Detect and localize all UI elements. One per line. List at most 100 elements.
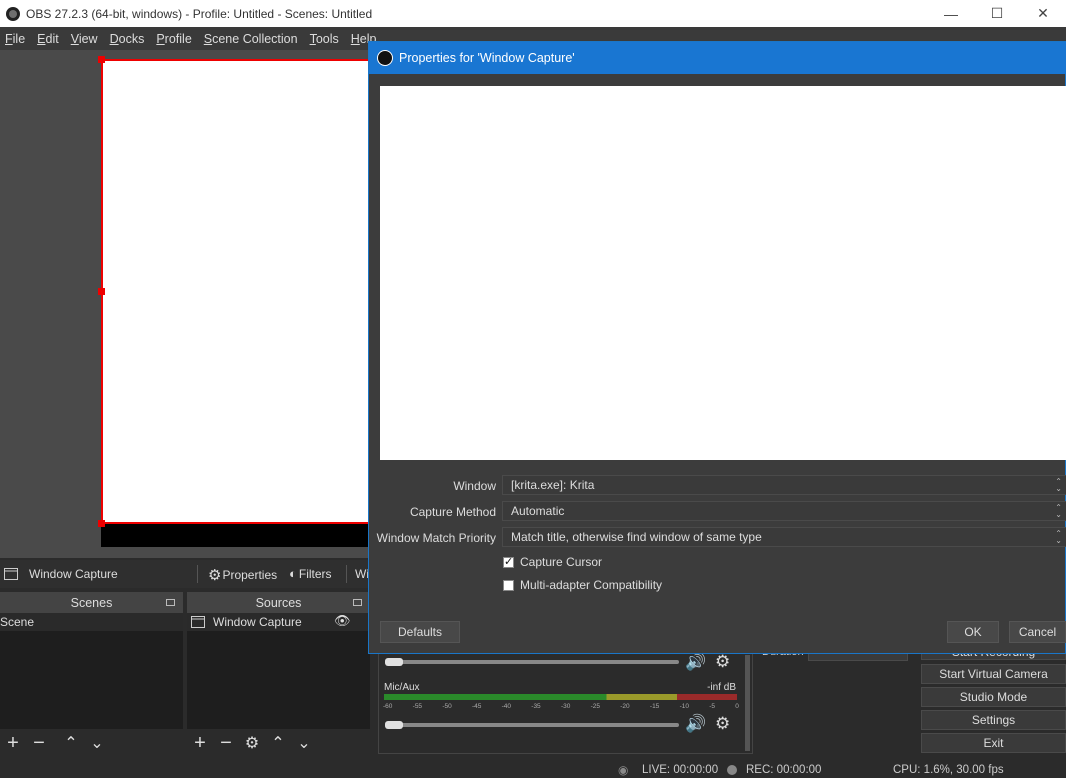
- scenes-dock-header: Scenes: [0, 592, 183, 613]
- capture-method-value: Automatic: [511, 504, 565, 518]
- scene-item[interactable]: Scene: [0, 613, 183, 631]
- gear-icon[interactable]: ⚙: [715, 714, 730, 734]
- desktop-audio-volume-knob[interactable]: [385, 658, 403, 666]
- rec-indicator-icon: [727, 765, 737, 775]
- minimize-button[interactable]: —: [928, 0, 974, 27]
- live-time: LIVE: 00:00:00: [642, 764, 719, 776]
- cpu-usage: CPU: 1.6%, 30.00 fps: [893, 764, 1004, 776]
- properties-label: Properties: [222, 568, 278, 582]
- window-source-icon: [191, 616, 205, 628]
- window-select[interactable]: [krita.exe]: Krita ⌃ ⌄: [502, 475, 1066, 495]
- spin-arrows-icon: ⌃ ⌄: [1055, 529, 1062, 545]
- audio-level-meter: [384, 694, 737, 700]
- source-properties-icon[interactable]: ⚙: [239, 733, 265, 753]
- menu-tools[interactable]: Tools: [305, 32, 344, 46]
- source-toolbar: Window Capture ⚙ Properties ◐ Filters Wi: [0, 560, 370, 588]
- studio-mode-button[interactable]: Studio Mode: [921, 687, 1066, 707]
- obs-logo-icon: [6, 6, 20, 21]
- defaults-button[interactable]: Defaults: [380, 621, 460, 643]
- match-priority-value: Match title, otherwise find window of sa…: [511, 530, 762, 544]
- mic-volume-knob[interactable]: [385, 721, 403, 729]
- speaker-icon[interactable]: 🔊: [685, 714, 706, 734]
- move-down-icon[interactable]: ⌄: [291, 733, 317, 753]
- window-controls: — ☐ ✕: [928, 0, 1066, 27]
- window-source-icon: [4, 568, 18, 580]
- live-signal-icon: ◉: [618, 763, 629, 777]
- window-title: OBS 27.2.3 (64-bit, windows) - Profile: …: [26, 6, 373, 21]
- filters-button[interactable]: ◐ Filters: [289, 566, 332, 581]
- audio-mixer: 🔊 ⚙ Mic/Aux -inf dB -60 -55 -50 -45 -40 …: [378, 652, 753, 754]
- truncated-toolbar-label[interactable]: Wi: [355, 567, 369, 581]
- scene-item-label: Scene: [0, 615, 35, 629]
- sources-dock-header: Sources: [187, 592, 370, 613]
- obs-logo-icon: [377, 50, 393, 66]
- eye-icon[interactable]: 👁: [334, 613, 351, 629]
- toolbar-divider: [197, 565, 198, 583]
- mixer-scrollbar[interactable]: [745, 655, 750, 751]
- spin-arrows-icon: ⌃ ⌄: [1055, 477, 1062, 493]
- scenes-dock-footer: + − ⌃ ⌄: [0, 729, 183, 757]
- scale-tick: -60: [383, 703, 393, 710]
- capture-cursor-label: Capture Cursor: [520, 555, 603, 569]
- close-button[interactable]: ✕: [1020, 0, 1066, 27]
- canvas-bottom-bar: [101, 523, 371, 547]
- sources-dock-title: Sources: [255, 595, 302, 610]
- add-scene-icon[interactable]: +: [0, 732, 26, 755]
- spin-arrows-icon: ⌃ ⌄: [1055, 503, 1062, 519]
- scale-tick: -20: [620, 703, 630, 710]
- gear-icon[interactable]: ⚙: [715, 652, 730, 672]
- window-select-value: [krita.exe]: Krita: [511, 478, 595, 492]
- properties-button[interactable]: ⚙ Properties: [208, 566, 277, 584]
- move-up-icon[interactable]: ⌃: [58, 733, 84, 753]
- undock-icon[interactable]: [353, 599, 362, 606]
- scale-tick: 0: [735, 703, 739, 710]
- menu-view[interactable]: View: [66, 32, 103, 46]
- window-titlebar: OBS 27.2.3 (64-bit, windows) - Profile: …: [0, 0, 1066, 27]
- move-up-icon[interactable]: ⌃: [265, 733, 291, 753]
- desktop-audio-volume-track[interactable]: [385, 660, 679, 664]
- undock-icon[interactable]: [166, 599, 175, 606]
- rec-time: REC: 00:00:00: [746, 764, 822, 776]
- settings-button[interactable]: Settings: [921, 710, 1066, 730]
- mic-volume-track[interactable]: [385, 723, 679, 727]
- capture-method-label: Capture Method: [409, 505, 496, 519]
- menu-docks[interactable]: Docks: [105, 32, 150, 46]
- status-bar: ◉ LIVE: 00:00:00 REC: 00:00:00 CPU: 1.6%…: [0, 760, 1066, 778]
- source-canvas[interactable]: [101, 59, 371, 524]
- move-down-icon[interactable]: ⌄: [84, 733, 110, 753]
- capture-cursor-checkbox[interactable]: Capture Cursor: [503, 555, 602, 569]
- multi-adapter-checkbox[interactable]: Multi-adapter Compatibility: [503, 578, 662, 592]
- add-source-icon[interactable]: +: [187, 732, 213, 755]
- scale-tick: -35: [531, 703, 541, 710]
- match-priority-select[interactable]: Match title, otherwise find window of sa…: [502, 527, 1066, 547]
- meter-scale: -60 -55 -50 -45 -40 -35 -30 -25 -20 -15 …: [383, 703, 739, 710]
- resize-handle-middle-left[interactable]: [98, 288, 105, 295]
- scenes-dock-title: Scenes: [70, 595, 113, 610]
- menu-scene-collection[interactable]: Scene Collection: [199, 32, 303, 46]
- multi-adapter-label: Multi-adapter Compatibility: [520, 578, 663, 592]
- ok-button[interactable]: OK: [947, 621, 999, 643]
- remove-source-icon[interactable]: −: [213, 732, 239, 755]
- sources-list: Window Capture 👁: [187, 613, 370, 729]
- resize-handle-top-left[interactable]: [98, 56, 105, 63]
- cancel-button[interactable]: Cancel: [1009, 621, 1066, 643]
- resize-handle-bottom-left[interactable]: [98, 520, 105, 527]
- menu-edit[interactable]: Edit: [32, 32, 64, 46]
- start-virtual-camera-button[interactable]: Start Virtual Camera: [921, 664, 1066, 684]
- menu-file[interactable]: File: [0, 32, 30, 46]
- menu-profile[interactable]: Profile: [151, 32, 196, 46]
- source-item[interactable]: Window Capture 👁: [187, 613, 370, 631]
- speaker-icon[interactable]: 🔊: [685, 652, 706, 672]
- dialog-titlebar: Properties for 'Window Capture': [369, 42, 1066, 74]
- scale-tick: -55: [412, 703, 423, 710]
- scale-tick: -25: [590, 703, 600, 710]
- exit-button[interactable]: Exit: [921, 733, 1066, 753]
- maximize-button[interactable]: ☐: [974, 0, 1020, 27]
- toolbar-divider: [346, 565, 347, 583]
- capture-method-select[interactable]: Automatic ⌃ ⌄: [502, 501, 1066, 521]
- gear-icon: ⚙: [208, 567, 222, 584]
- remove-scene-icon[interactable]: −: [26, 732, 52, 755]
- properties-dialog: Properties for 'Window Capture' Window […: [368, 41, 1066, 654]
- capture-preview: [380, 86, 1066, 460]
- dialog-title: Properties for 'Window Capture': [399, 51, 575, 65]
